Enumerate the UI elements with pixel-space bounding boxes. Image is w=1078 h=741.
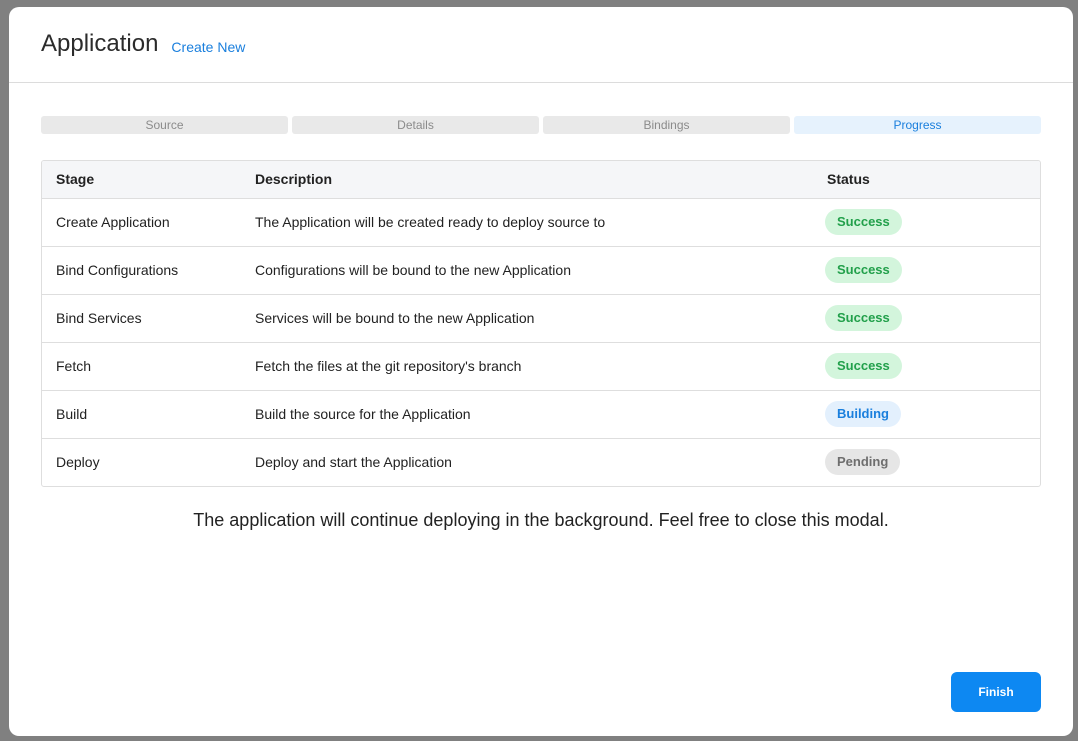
table-row: Bind Configurations Configurations will …	[42, 246, 1040, 294]
progress-table: Stage Description Status Create Applicat…	[41, 160, 1041, 487]
row-status-cell: Success	[825, 198, 1040, 246]
row-stage: Bind Services	[56, 310, 142, 326]
row-description: Services will be bound to the new Applic…	[255, 310, 535, 326]
header-status: Status	[827, 171, 870, 188]
modal-header: Application Create New	[9, 7, 1073, 83]
step-source[interactable]: Source	[41, 116, 288, 134]
row-status-cell: Success	[825, 294, 1040, 342]
table-row: Create Application The Application will …	[42, 198, 1040, 246]
status-badge: Pending	[825, 449, 901, 476]
row-status-cell: Building	[825, 390, 1040, 438]
table-row: Fetch Fetch the files at the git reposit…	[42, 342, 1040, 390]
table-row: Deploy Deploy and start the Application …	[42, 438, 1040, 486]
row-status-cell: Success	[825, 246, 1040, 294]
row-stage: Fetch	[56, 358, 92, 374]
step-bindings[interactable]: Bindings	[543, 116, 790, 134]
step-details[interactable]: Details	[292, 116, 539, 134]
table-row: Bind Services Services will be bound to …	[42, 294, 1040, 342]
create-new-link[interactable]: Create New	[171, 34, 245, 55]
table-header-row: Stage Description Status	[42, 161, 1040, 198]
row-description: The Application will be created ready to…	[255, 214, 606, 230]
table-row: Build Build the source for the Applicati…	[42, 390, 1040, 438]
row-status-cell: Success	[825, 342, 1040, 390]
modal-title: Application	[41, 29, 159, 57]
row-description: Configurations will be bound to the new …	[255, 262, 571, 278]
row-stage: Deploy	[56, 454, 100, 471]
application-modal: Application Create New Source Details Bi…	[9, 7, 1073, 736]
wizard-stepper: Source Details Bindings Progress	[41, 116, 1041, 134]
row-description: Deploy and start the Application	[255, 454, 452, 471]
status-badge: Success	[825, 305, 902, 331]
step-progress[interactable]: Progress	[794, 116, 1041, 134]
status-badge: Success	[825, 353, 902, 379]
background-deploy-notice: The application will continue deploying …	[193, 510, 889, 530]
row-stage: Build	[56, 406, 88, 422]
row-stage: Bind Configurations	[56, 262, 179, 278]
row-stage: Create Application	[56, 214, 170, 230]
status-badge: Success	[825, 257, 902, 283]
header-stage: Stage	[56, 171, 95, 188]
row-description: Build the source for the Application	[255, 406, 471, 422]
status-badge: Building	[825, 401, 901, 427]
row-status-cell: Pending	[825, 438, 1040, 486]
status-badge: Success	[825, 209, 902, 235]
row-description: Fetch the files at the git repository's …	[255, 358, 522, 374]
header-description: Description	[255, 171, 333, 188]
finish-button[interactable]: Finish	[951, 672, 1041, 712]
